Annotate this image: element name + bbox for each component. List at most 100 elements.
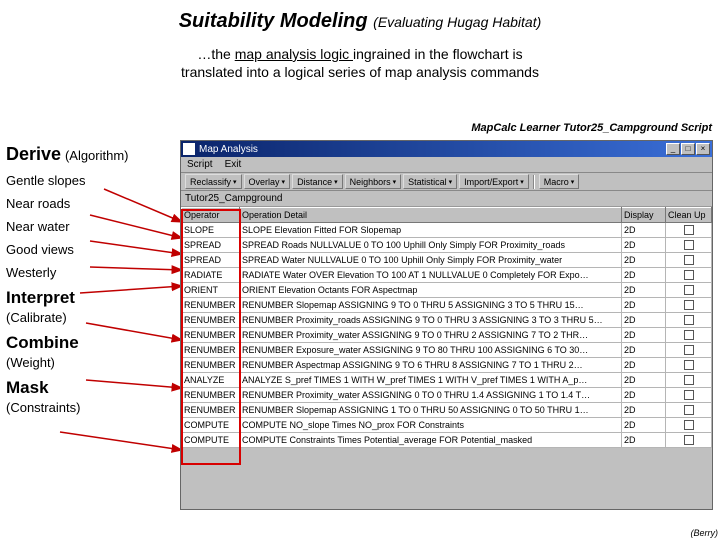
- cell-detail: COMPUTE NO_slope Times NO_prox FOR Const…: [240, 418, 622, 433]
- tool-macro[interactable]: Macro▾: [539, 174, 580, 189]
- derive-heading: Derive: [6, 144, 61, 164]
- combine-sub: (Weight): [6, 355, 176, 370]
- checkbox-icon[interactable]: [684, 285, 694, 295]
- checkbox-icon[interactable]: [684, 405, 694, 415]
- cell-cleanup[interactable]: [666, 433, 712, 448]
- tool-overlay[interactable]: Overlay▾: [244, 174, 291, 189]
- checkbox-icon[interactable]: [684, 240, 694, 250]
- cell-display: 2D: [622, 328, 666, 343]
- tool-reclassify[interactable]: Reclassify▾: [185, 174, 242, 189]
- cell-display: 2D: [622, 268, 666, 283]
- cell-detail: RENUMBER Proximity_water ASSIGNING 0 TO …: [240, 388, 622, 403]
- cell-display: 2D: [622, 343, 666, 358]
- cell-detail: RENUMBER Slopemap ASSIGNING 1 TO 0 THRU …: [240, 403, 622, 418]
- cell-cleanup[interactable]: [666, 418, 712, 433]
- cell-operator: RENUMBER: [182, 328, 240, 343]
- checkbox-icon[interactable]: [684, 420, 694, 430]
- checkbox-icon[interactable]: [684, 330, 694, 340]
- table-row[interactable]: SPREADSPREAD Water NULLVALUE 0 TO 100 Up…: [182, 253, 712, 268]
- page-title: Suitability Modeling (Evaluating Hugag H…: [0, 0, 720, 33]
- table-row[interactable]: RADIATERADIATE Water OVER Elevation TO 1…: [182, 268, 712, 283]
- table-row[interactable]: COMPUTECOMPUTE NO_slope Times NO_prox FO…: [182, 418, 712, 433]
- close-button[interactable]: ×: [696, 143, 710, 155]
- tool-distance[interactable]: Distance▾: [292, 174, 343, 189]
- checkbox-icon[interactable]: [684, 375, 694, 385]
- maximize-button[interactable]: □: [681, 143, 695, 155]
- col-operator[interactable]: Operator: [182, 208, 240, 223]
- table-row[interactable]: COMPUTECOMPUTE Constraints Times Potenti…: [182, 433, 712, 448]
- col-detail[interactable]: Operation Detail: [240, 208, 622, 223]
- cell-operator: RENUMBER: [182, 403, 240, 418]
- criterion-gentle-slopes: Gentle slopes: [6, 173, 176, 188]
- map-analysis-window: Map Analysis _ □ × Script Exit Reclassif…: [180, 140, 713, 510]
- cell-operator: ORIENT: [182, 283, 240, 298]
- menu-exit[interactable]: Exit: [225, 159, 242, 170]
- cell-detail: RENUMBER Exposure_water ASSIGNING 9 TO 8…: [240, 343, 622, 358]
- cell-cleanup[interactable]: [666, 223, 712, 238]
- annotation-column: Derive (Algorithm) Gentle slopes Near ro…: [6, 144, 176, 415]
- window-titlebar[interactable]: Map Analysis _ □ ×: [181, 141, 712, 157]
- cell-display: 2D: [622, 298, 666, 313]
- table-row[interactable]: SPREADSPREAD Roads NULLVALUE 0 TO 100 Up…: [182, 238, 712, 253]
- table-row[interactable]: ANALYZEANALYZE S_pref TIMES 1 WITH W_pre…: [182, 373, 712, 388]
- tool-neighbors[interactable]: Neighbors▾: [345, 174, 402, 189]
- table-row[interactable]: RENUMBERRENUMBER Aspectmap ASSIGNING 9 T…: [182, 358, 712, 373]
- cell-cleanup[interactable]: [666, 298, 712, 313]
- table-row[interactable]: RENUMBERRENUMBER Proximity_roads ASSIGNI…: [182, 313, 712, 328]
- mask-heading: Mask: [6, 378, 176, 398]
- menubar: Script Exit: [181, 157, 712, 173]
- checkbox-icon[interactable]: [684, 390, 694, 400]
- cell-cleanup[interactable]: [666, 313, 712, 328]
- col-cleanup[interactable]: Clean Up: [666, 208, 712, 223]
- cell-cleanup[interactable]: [666, 283, 712, 298]
- script-file-label: MapCalc Learner Tutor25_Campground Scrip…: [471, 122, 712, 134]
- operations-grid[interactable]: Operator Operation Detail Display Clean …: [181, 207, 712, 448]
- cell-operator: ANALYZE: [182, 373, 240, 388]
- cell-operator: SPREAD: [182, 253, 240, 268]
- table-row[interactable]: ORIENTORIENT Elevation Octants FOR Aspec…: [182, 283, 712, 298]
- criterion-good-views: Good views: [6, 242, 176, 257]
- cell-cleanup[interactable]: [666, 388, 712, 403]
- checkbox-icon[interactable]: [684, 435, 694, 445]
- criterion-near-water: Near water: [6, 219, 176, 234]
- grid-header-row: Operator Operation Detail Display Clean …: [182, 208, 712, 223]
- cell-cleanup[interactable]: [666, 253, 712, 268]
- cell-display: 2D: [622, 373, 666, 388]
- cell-operator: RENUMBER: [182, 343, 240, 358]
- table-row[interactable]: RENUMBERRENUMBER Exposure_water ASSIGNIN…: [182, 343, 712, 358]
- cell-display: 2D: [622, 418, 666, 433]
- tool-statistical[interactable]: Statistical▾: [403, 174, 457, 189]
- checkbox-icon[interactable]: [684, 270, 694, 280]
- cell-cleanup[interactable]: [666, 358, 712, 373]
- cell-cleanup[interactable]: [666, 238, 712, 253]
- cell-cleanup[interactable]: [666, 268, 712, 283]
- criterion-near-roads: Near roads: [6, 196, 176, 211]
- cell-detail: SPREAD Roads NULLVALUE 0 TO 100 Uphill O…: [240, 238, 622, 253]
- tool-importexport[interactable]: Import/Export▾: [459, 174, 529, 189]
- cell-cleanup[interactable]: [666, 403, 712, 418]
- checkbox-icon[interactable]: [684, 360, 694, 370]
- footer-credit: (Berry): [691, 528, 719, 538]
- cell-cleanup[interactable]: [666, 343, 712, 358]
- table-row[interactable]: SLOPESLOPE Elevation Fitted FOR Slopemap…: [182, 223, 712, 238]
- title-main: Suitability Modeling: [179, 10, 368, 32]
- table-row[interactable]: RENUMBERRENUMBER Proximity_water ASSIGNI…: [182, 328, 712, 343]
- cell-cleanup[interactable]: [666, 373, 712, 388]
- cell-operator: COMPUTE: [182, 433, 240, 448]
- checkbox-icon[interactable]: [684, 315, 694, 325]
- interpret-heading: Interpret: [6, 288, 176, 308]
- cell-operator: SPREAD: [182, 238, 240, 253]
- col-display[interactable]: Display: [622, 208, 666, 223]
- checkbox-icon[interactable]: [684, 345, 694, 355]
- minimize-button[interactable]: _: [666, 143, 680, 155]
- checkbox-icon[interactable]: [684, 225, 694, 235]
- criterion-westerly: Westerly: [6, 265, 176, 280]
- cell-cleanup[interactable]: [666, 328, 712, 343]
- menu-script[interactable]: Script: [187, 159, 213, 170]
- title-sub: (Evaluating Hugag Habitat): [373, 14, 541, 30]
- checkbox-icon[interactable]: [684, 255, 694, 265]
- checkbox-icon[interactable]: [684, 300, 694, 310]
- table-row[interactable]: RENUMBERRENUMBER Slopemap ASSIGNING 9 TO…: [182, 298, 712, 313]
- table-row[interactable]: RENUMBERRENUMBER Proximity_water ASSIGNI…: [182, 388, 712, 403]
- table-row[interactable]: RENUMBERRENUMBER Slopemap ASSIGNING 1 TO…: [182, 403, 712, 418]
